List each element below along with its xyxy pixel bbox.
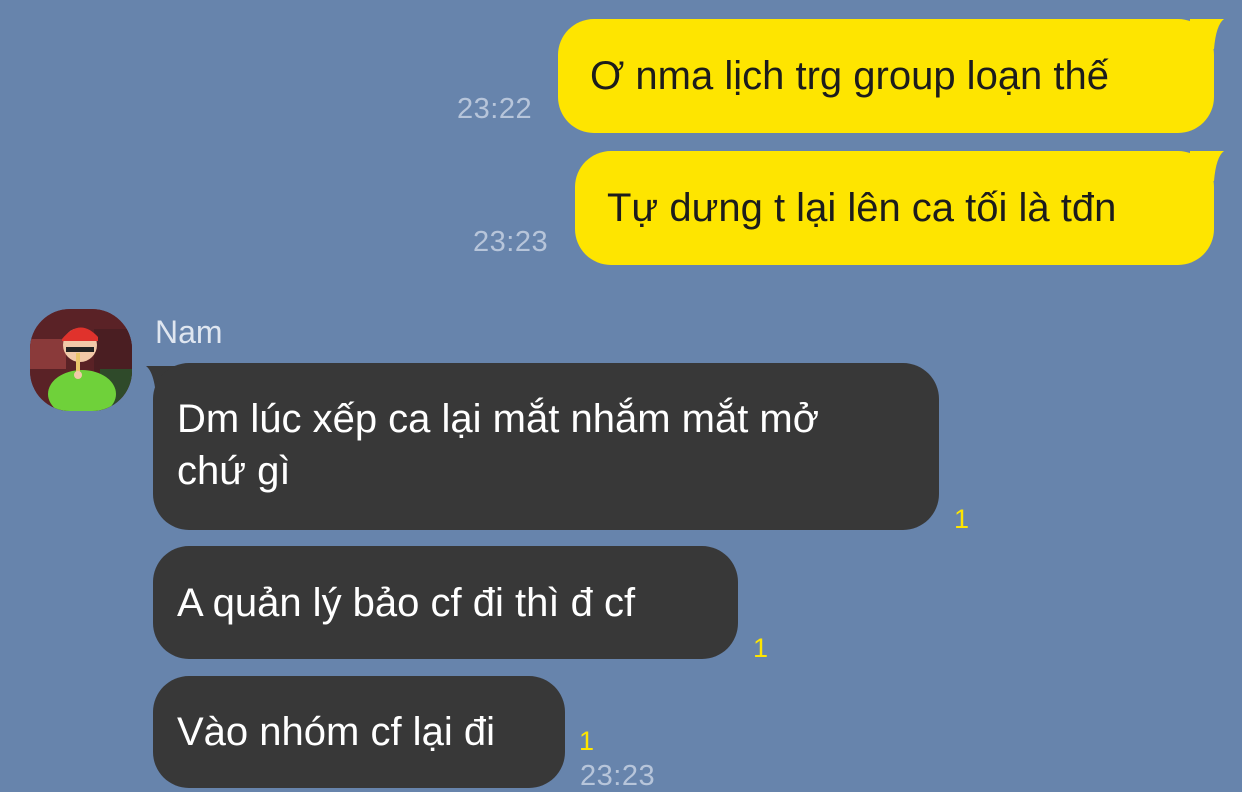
incoming-message-bubble[interactable]: Dm lúc xếp ca lại mắt nhắm mắt mở chứ gì <box>153 363 939 530</box>
sender-name: Nam <box>155 314 223 350</box>
profile-photo-icon <box>30 309 132 411</box>
message-timestamp: 23:23 <box>473 226 549 258</box>
message-text: A quản lý bảo cf đi thì đ cf <box>177 580 636 625</box>
message-timestamp: 23:22 <box>457 93 533 125</box>
message-timestamp: 23:23 <box>580 760 656 792</box>
unread-count: 1 <box>954 504 970 534</box>
message-text: Vào nhóm cf lại đi <box>177 710 495 754</box>
unread-count: 1 <box>579 726 595 756</box>
message-text: Ơ nma lịch trg group loạn thế <box>590 54 1110 98</box>
message-text-line: chứ gì <box>177 449 291 493</box>
outgoing-message-bubble[interactable]: Tự dưng t lại lên ca tối là tđn <box>575 151 1214 265</box>
outgoing-message-bubble[interactable]: Ơ nma lịch trg group loạn thế <box>558 19 1214 133</box>
chat-area[interactable]: 23:22 Ơ nma lịch trg group loạn thế 23:2… <box>0 0 1242 792</box>
message-text-line: Dm lúc xếp ca lại mắt nhắm mắt mở <box>177 397 819 441</box>
incoming-message-bubble[interactable]: A quản lý bảo cf đi thì đ cf <box>153 546 738 659</box>
contact-avatar[interactable] <box>30 309 132 411</box>
bubble-tail-icon <box>1190 19 1224 49</box>
unread-count: 1 <box>753 633 769 663</box>
bubble-tail-icon <box>1190 151 1224 181</box>
incoming-message-bubble[interactable]: Vào nhóm cf lại đi <box>153 676 565 788</box>
message-text: Tự dưng t lại lên ca tối là tđn <box>607 186 1117 230</box>
